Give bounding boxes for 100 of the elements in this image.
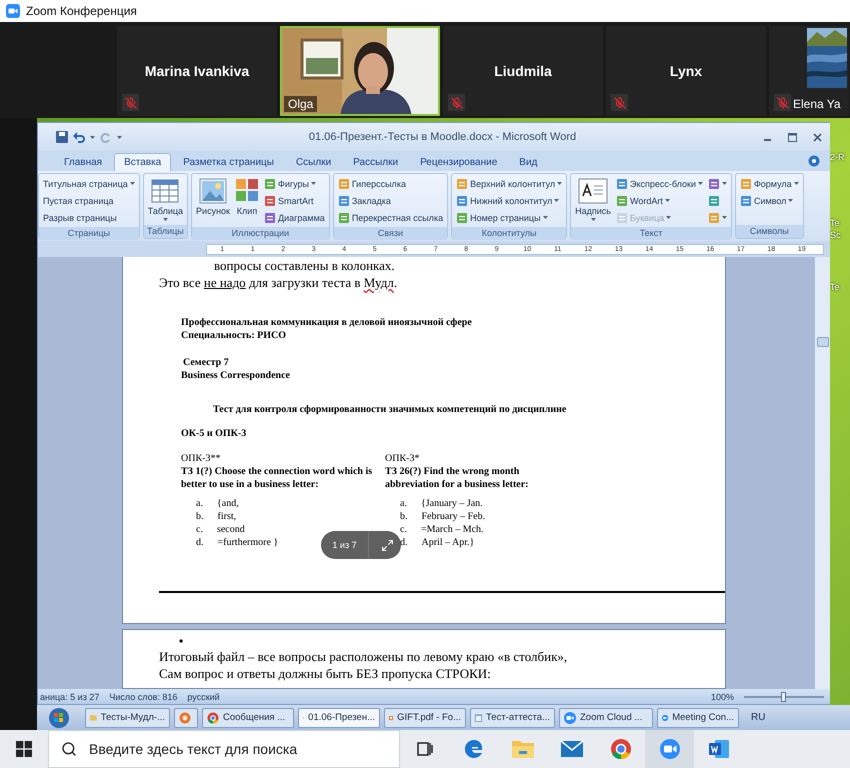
- taskbar-button[interactable]: Zoom Cloud ...: [559, 708, 653, 728]
- heading-text: Профессиональная коммуникация в деловой иноязычной сфере: [181, 316, 473, 329]
- language-indicator[interactable]: RU: [751, 712, 766, 723]
- status-text: аница: 5 из 27: [40, 692, 100, 702]
- answer-option: c. =March – Mch.: [400, 523, 484, 536]
- ribbon-button[interactable]: Фигуры: [263, 176, 326, 191]
- browser-icon: [207, 712, 219, 724]
- caret-icon: [590, 218, 596, 221]
- maximize-icon[interactable]: [788, 132, 797, 142]
- caret-icon: [311, 182, 316, 185]
- question-title: ТЗ 1(?) Choose the connection word which is better to use in a business letter:: [181, 465, 373, 491]
- taskbar-button[interactable]: Сообщения ...: [202, 708, 294, 728]
- video-camera-icon: [658, 738, 680, 760]
- page-icon: [456, 178, 468, 190]
- heading-text: Семестр 7: [183, 356, 230, 369]
- ribbon-button[interactable]: Номер страницы: [455, 210, 564, 225]
- group-label: Страницы: [39, 227, 139, 240]
- caret-icon: [794, 182, 799, 185]
- competency-code: ОПК-3**: [181, 453, 222, 465]
- ribbon-button[interactable]: Разрыв страницы: [42, 210, 136, 225]
- taskbar-button[interactable]: 01.06-Презен...: [298, 708, 380, 728]
- heading-text: Business Correspondence: [181, 369, 291, 382]
- page-icon: [264, 212, 276, 224]
- ribbon-button[interactable]: SmartArt: [263, 193, 326, 208]
- undo-icon[interactable]: [73, 131, 85, 143]
- group-label: Таблицы: [144, 225, 188, 238]
- body-text: Итоговый файл – все вопросы расположены по левому краю «в столбик»,: [159, 648, 568, 665]
- page-icon: [708, 194, 720, 206]
- zoom-level: 100%: [710, 692, 734, 702]
- ribbon-button[interactable]: Титульная страница: [42, 176, 136, 191]
- ribbon-button[interactable]: WordArt: [614, 193, 704, 208]
- caret-icon: [117, 136, 122, 138]
- ribbon-button[interactable]: Формула: [738, 176, 800, 191]
- status-text: русский: [187, 692, 220, 702]
- competency-code: ОПК-3*: [385, 453, 420, 465]
- taskbar-button[interactable]: Тест-аттеста...: [470, 708, 555, 728]
- taskbar-button[interactable]: [174, 708, 198, 728]
- page-icon: [616, 212, 628, 224]
- ribbon-tab[interactable]: Разметка страницы: [173, 153, 284, 171]
- caret-icon: [722, 216, 727, 219]
- ribbon-tab[interactable]: Главная: [54, 153, 112, 171]
- ribbon-tab[interactable]: Вставка: [114, 153, 172, 171]
- ribbon-button[interactable]: Таблица: [146, 176, 184, 223]
- task-view-icon: [416, 740, 434, 758]
- vertical-scrollbar[interactable]: [814, 257, 830, 689]
- search-icon: [61, 741, 77, 757]
- ribbon-button[interactable]: Перекрестная ссылка: [336, 210, 444, 225]
- ribbon-button[interactable]: Гиперссылка: [336, 176, 444, 191]
- ribbon-button[interactable]: Символ: [738, 193, 800, 208]
- heading-text: Тест для контроля сформированности значимых компетенций по дисциплине: [213, 403, 568, 416]
- body-text: Сам вопрос и ответы должны быть БЕЗ пропуска СТРОКИ:: [159, 665, 492, 682]
- group-label: Иллюстрации: [192, 227, 329, 240]
- expand-icon[interactable]: [381, 538, 394, 552]
- answer-option: b. February – Feb.: [400, 510, 486, 523]
- ribbon-button[interactable]: [706, 176, 728, 191]
- ribbon-tab[interactable]: Вид: [509, 153, 548, 171]
- caret-icon: [557, 182, 562, 185]
- bullet: •: [179, 634, 184, 648]
- ribbon-tab[interactable]: Ссылки: [286, 153, 342, 171]
- close-icon[interactable]: [813, 132, 822, 142]
- group-label: Колонтитулы: [452, 227, 566, 240]
- windows-logo-icon: [16, 741, 32, 757]
- caret-icon: [666, 216, 672, 219]
- ribbon-button[interactable]: Закладка: [336, 193, 444, 208]
- video-camera-icon: [564, 712, 576, 724]
- help-icon[interactable]: [808, 155, 820, 167]
- page-icon: [616, 178, 628, 190]
- page-icon: [264, 194, 276, 206]
- page-counter: 1 из 7: [321, 531, 369, 559]
- video-camera-icon: [6, 4, 20, 18]
- ribbon-button[interactable]: [706, 210, 728, 225]
- ribbon-button[interactable]: Пустая страница: [42, 193, 136, 208]
- browser-icon: [462, 738, 484, 760]
- folder-icon: [90, 712, 97, 723]
- caret-icon: [664, 199, 670, 202]
- taskbar-button[interactable]: Тесты-Мудл-...: [85, 708, 170, 728]
- ribbon-button[interactable]: Клип: [234, 176, 260, 218]
- ribbon-tab[interactable]: Рассылки: [343, 153, 408, 171]
- ribbon-button[interactable]: Экспресс-блоки: [614, 176, 704, 191]
- mail-icon: [560, 740, 584, 758]
- ribbon-button[interactable]: Нижний колонтитул: [455, 193, 564, 208]
- ribbon-button[interactable]: Рисунок: [195, 176, 231, 218]
- question-title: ТЗ 26(?) Find the wrong month abbreviation for a business letter:: [385, 465, 530, 491]
- ribbon-button[interactable]: Верхний колонтитул: [455, 176, 564, 191]
- ribbon-button[interactable]: Диаграмма: [263, 210, 326, 225]
- clipart-icon: [235, 178, 259, 204]
- status-text: Число слов: 816: [109, 692, 178, 702]
- answer-option: a. {and,: [196, 497, 239, 510]
- browser-icon: [610, 738, 632, 760]
- page-icon: [338, 194, 350, 206]
- taskbar-button[interactable]: GIFT.pdf - Fo...: [384, 708, 466, 728]
- participant-name: Marina Ivankiva: [144, 63, 250, 79]
- page-icon: [708, 178, 720, 190]
- participant-name: Elena Ya: [793, 97, 841, 111]
- save-icon[interactable]: [56, 131, 68, 143]
- search-field[interactable]: Введите здесь текст для поиска: [48, 730, 400, 768]
- ribbon-button[interactable]: Надпись: [574, 176, 612, 223]
- page-icon: [338, 178, 350, 190]
- taskbar-button[interactable]: Meeting Con...: [657, 708, 739, 728]
- ribbon-tab[interactable]: Рецензирование: [410, 153, 508, 171]
